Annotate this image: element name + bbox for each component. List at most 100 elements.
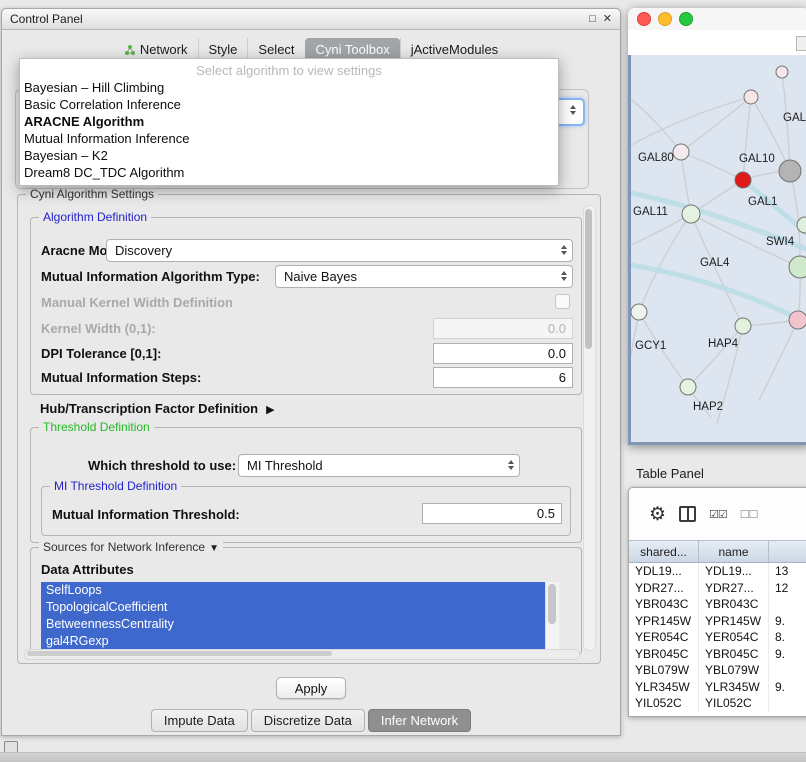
group-title: MI Threshold Definition <box>50 479 181 493</box>
table-row[interactable]: YDR27...YDR27...12 <box>629 580 806 597</box>
table-cell <box>769 596 806 613</box>
network-edge <box>631 99 681 152</box>
network-node[interactable] <box>744 90 758 104</box>
network-node-label: HAP4 <box>708 338 739 350</box>
close-traffic-light[interactable] <box>637 12 651 26</box>
table-cell: YIL052C <box>699 695 769 712</box>
network-edge <box>681 97 751 152</box>
network-node[interactable] <box>673 144 689 160</box>
table-row[interactable]: YLR345WYLR345W9. <box>629 679 806 696</box>
aracne-mode-select[interactable]: Discovery <box>106 239 573 262</box>
dpi-tolerance-input[interactable]: 0.0 <box>433 343 573 364</box>
table-row[interactable]: YIL052CYIL052C <box>629 695 806 712</box>
network-node[interactable] <box>680 379 696 395</box>
manual-kernel-label: Manual Kernel Width Definition <box>41 295 233 310</box>
which-threshold-select[interactable]: MI Threshold <box>238 454 520 477</box>
data-attribute-item-selected[interactable]: SelfLoops <box>41 582 546 599</box>
table-row[interactable]: YBR045CYBR045C9. <box>629 646 806 663</box>
tab-discretize-data[interactable]: Discretize Data <box>251 709 365 732</box>
scrollbar-thumb[interactable] <box>585 209 592 349</box>
settings-horizontal-scrollbar[interactable] <box>24 649 580 660</box>
algorithm-option[interactable]: Bayesian – K2 <box>20 147 558 164</box>
mi-threshold-input[interactable]: 0.5 <box>422 503 562 524</box>
network-icon <box>124 44 136 56</box>
group-title: Sources for Network Inference▼ <box>39 540 223 554</box>
scrollbar-thumb[interactable] <box>27 651 332 656</box>
network-canvas[interactable]: GALGAL80GAL10GAL11GAL1SWI4GAL4GCY1HAP4HA… <box>628 55 806 445</box>
scrollbar-thumb[interactable] <box>548 584 556 624</box>
table-cell: YER054C <box>629 629 699 646</box>
apply-button[interactable]: Apply <box>276 677 346 699</box>
unselect-all-columns-icon[interactable]: ☐☐ <box>740 508 758 521</box>
table-header-row: shared... name <box>629 540 806 563</box>
table-cell: YER054C <box>699 629 769 646</box>
network-node[interactable] <box>789 256 806 278</box>
data-attributes-label: Data Attributes <box>41 562 134 577</box>
network-node[interactable] <box>735 172 751 188</box>
table-row[interactable]: YBR043CYBR043C <box>629 596 806 613</box>
algorithm-option[interactable]: Mutual Information Inference <box>20 130 558 147</box>
table-cell <box>769 662 806 679</box>
table-settings-gear-icon[interactable]: ⚙ <box>649 505 666 524</box>
network-edge <box>759 320 798 400</box>
table-row[interactable]: YBL079WYBL079W <box>629 662 806 679</box>
algorithm-option[interactable]: Dream8 DC_TDC Algorithm <box>20 164 558 181</box>
network-node[interactable] <box>779 160 801 182</box>
network-node-label: GAL4 <box>700 257 730 269</box>
minimize-traffic-light[interactable] <box>658 12 672 26</box>
tab-infer-network[interactable]: Infer Network <box>368 709 471 732</box>
data-attributes-list[interactable]: SelfLoopsTopologicalCoefficientBetweenne… <box>41 582 559 650</box>
group-title: Threshold Definition <box>39 420 154 434</box>
data-attribute-item-selected[interactable]: TopologicalCoefficient <box>41 599 546 616</box>
table-cell: 12 <box>769 580 806 597</box>
algorithm-dropdown-popup: Select algorithm to view settings Bayesi… <box>19 58 559 186</box>
column-header-shared-name[interactable]: shared... <box>629 541 699 562</box>
collapse-down-icon[interactable]: ▼ <box>209 543 219 554</box>
data-attribute-item-selected[interactable]: gal4RGexp <box>41 633 546 650</box>
kernel-width-input: 0.0 <box>433 318 573 339</box>
dropdown-item-list: Bayesian – Hill ClimbingBasic Correlatio… <box>20 79 558 181</box>
network-node[interactable] <box>631 304 647 320</box>
select-all-columns-icon[interactable]: ☑☑ <box>709 508 727 521</box>
tab-impute-data[interactable]: Impute Data <box>151 709 248 732</box>
algorithm-option[interactable]: ARACNE Algorithm <box>20 113 558 130</box>
column-header-name[interactable]: name <box>699 541 769 562</box>
network-node[interactable] <box>789 311 806 329</box>
group-title: Cyni Algorithm Settings <box>26 187 158 201</box>
window-buttons: □ ✕ <box>589 13 612 25</box>
table-cell: 13 <box>769 563 806 580</box>
table-panel-title: Table Panel <box>636 466 704 481</box>
network-node-label: GCY1 <box>635 340 666 352</box>
table-row[interactable]: YDL19...YDL19...13 <box>629 563 806 580</box>
zoom-traffic-light[interactable] <box>679 12 693 26</box>
close-window-icon[interactable]: ✕ <box>603 13 612 25</box>
combo-arrows-icon <box>570 105 576 115</box>
mi-type-label: Mutual Information Algorithm Type: <box>41 269 260 284</box>
combo-arrows-icon <box>561 271 567 281</box>
network-edge <box>631 214 691 245</box>
table-cell: YBR043C <box>699 596 769 613</box>
network-node-label: GAL11 <box>633 206 668 218</box>
network-node[interactable] <box>682 205 700 223</box>
table-row[interactable]: YER054CYER054C8. <box>629 629 806 646</box>
mi-steps-input[interactable]: 6 <box>433 367 573 388</box>
algorithm-option[interactable]: Bayesian – Hill Climbing <box>20 79 558 96</box>
show-columns-icon[interactable] <box>679 506 696 522</box>
column-header-extra[interactable] <box>769 541 806 562</box>
table-cell: 9. <box>769 646 806 663</box>
algorithm-option[interactable]: Basic Correlation Inference <box>20 96 558 113</box>
settings-vertical-scrollbar[interactable] <box>583 205 596 651</box>
list-scrollbar[interactable] <box>545 582 559 650</box>
mi-type-select[interactable]: Naive Bayes <box>275 265 573 288</box>
network-node[interactable] <box>735 318 751 334</box>
tab-label: jActiveModules <box>411 42 498 57</box>
network-node[interactable] <box>776 66 788 78</box>
table-row[interactable]: YPR145WYPR145W9. <box>629 613 806 630</box>
scrollbar-stub[interactable] <box>796 36 806 51</box>
data-attribute-item-selected[interactable]: BetweennessCentrality <box>41 616 546 633</box>
hub-definition-toggle[interactable]: Hub/Transcription Factor Definition▶ <box>40 401 275 416</box>
kernel-width-label: Kernel Width (0,1): <box>41 321 156 336</box>
float-window-icon[interactable]: □ <box>589 13 596 25</box>
mi-steps-label: Mutual Information Steps: <box>41 370 201 385</box>
combo-arrows-icon <box>561 245 567 255</box>
